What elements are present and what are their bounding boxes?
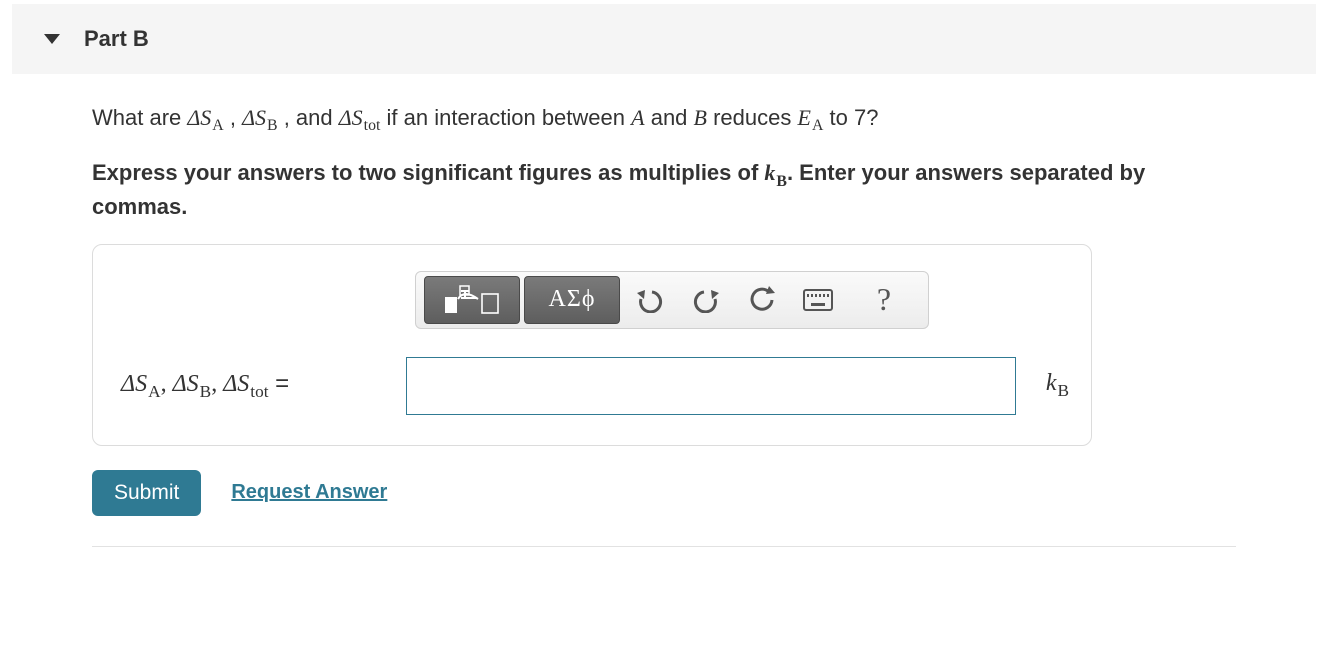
redo-button[interactable]: [680, 277, 732, 323]
answer-panel: ΑΣϕ: [92, 244, 1092, 446]
equation-toolbar: ΑΣϕ: [415, 271, 929, 329]
undo-icon: [635, 287, 665, 313]
collapse-icon[interactable]: [44, 34, 60, 44]
question-text: What are ΔSA , ΔSB , and ΔStot if an int…: [92, 102, 1236, 138]
part-title: Part B: [84, 26, 149, 52]
answer-lhs: ΔSA, ΔSB, ΔStot =: [115, 370, 406, 402]
greek-symbols-button[interactable]: ΑΣϕ: [524, 276, 620, 324]
keyboard-icon: [803, 289, 833, 311]
request-answer-link[interactable]: Request Answer: [231, 481, 387, 504]
section-divider: [92, 546, 1236, 547]
sym-delta-S-B: ΔSB: [242, 105, 277, 130]
submit-button[interactable]: Submit: [92, 470, 201, 516]
q-lead: What are: [92, 105, 187, 130]
instructions-text: Express your answers to two significant …: [92, 158, 1236, 221]
help-button[interactable]: ?: [848, 277, 920, 323]
sym-delta-S-A: ΔSA: [187, 105, 223, 130]
templates-icon: [444, 285, 500, 315]
sym-delta-S-tot: ΔStot: [339, 105, 381, 130]
keyboard-button[interactable]: [792, 277, 844, 323]
part-header[interactable]: Part B: [12, 4, 1316, 74]
sym-E-A: EA: [798, 105, 824, 130]
sym-B: B: [694, 105, 707, 130]
answer-unit: kB: [1046, 370, 1069, 401]
undo-button[interactable]: [624, 277, 676, 323]
redo-icon: [691, 287, 721, 313]
reset-button[interactable]: [736, 277, 788, 323]
sym-kB: kB: [764, 160, 787, 185]
reset-icon: [747, 286, 777, 314]
templates-button[interactable]: [424, 276, 520, 324]
sym-A: A: [631, 105, 644, 130]
greek-icon: ΑΣϕ: [549, 286, 596, 313]
answer-input[interactable]: [406, 357, 1016, 415]
help-icon: ?: [877, 281, 891, 318]
